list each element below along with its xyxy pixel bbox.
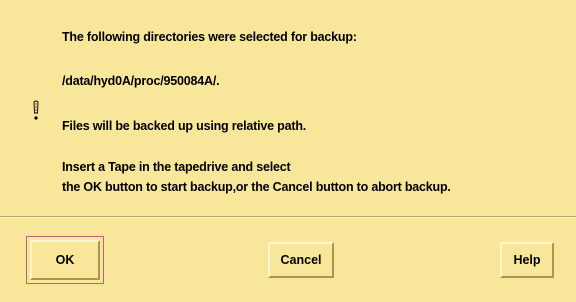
ok-button[interactable]: OK xyxy=(30,240,100,280)
button-divider xyxy=(0,216,576,218)
message-line-selected-dirs: The following directories were selected … xyxy=(62,30,357,44)
help-button[interactable]: Help xyxy=(500,242,554,278)
cancel-button[interactable]: Cancel xyxy=(268,242,334,278)
message-line-ok-cancel-instructions: the OK button to start backup,or the Can… xyxy=(62,180,451,194)
message-line-insert-tape: Insert a Tape in the tapedrive and selec… xyxy=(62,160,291,174)
message-line-directory-path: /data/hyd0A/proc/950084A/. xyxy=(62,74,220,88)
message-line-relative-path: Files will be backed up using relative p… xyxy=(62,119,307,133)
backup-confirm-dialog: The following directories were selected … xyxy=(0,0,576,302)
info-icon xyxy=(33,100,39,120)
message-area: The following directories were selected … xyxy=(0,0,576,208)
